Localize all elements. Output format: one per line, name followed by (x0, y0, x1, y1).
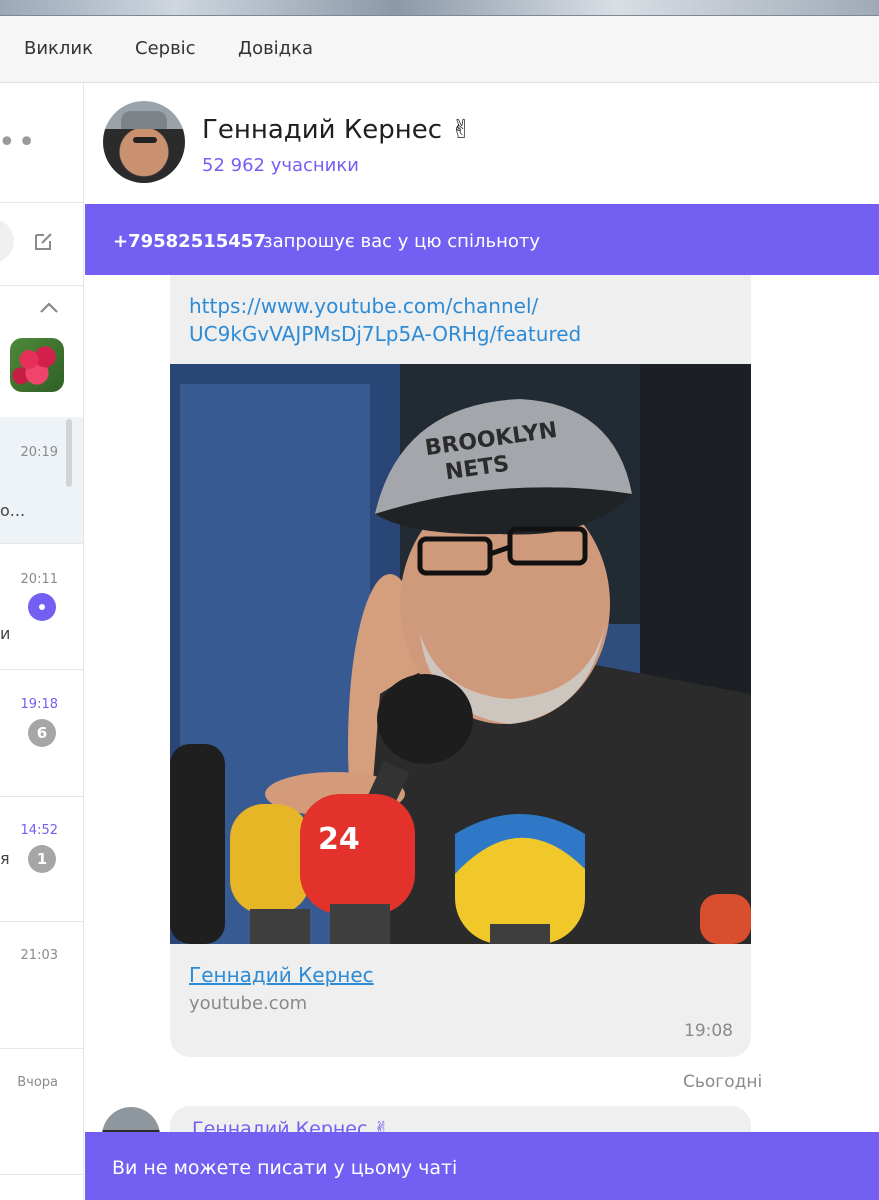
photo-illustration: BROOKLYN NETS 24 (170, 364, 751, 944)
unread-count-badge: 1 (28, 845, 56, 873)
inviter-phone: +79582515457 (113, 231, 266, 252)
scrollbar[interactable] (66, 419, 72, 487)
window-title-strip (0, 0, 879, 16)
invite-banner[interactable]: +79582515457 запрошує вас у цю спільноту (85, 204, 879, 275)
chat-time: 21:03 (20, 948, 58, 963)
chat-list-item[interactable]: 20:11 и (0, 544, 83, 669)
mic-logo-text: 24 (318, 822, 360, 857)
menu-item-call[interactable]: Виклик (24, 38, 93, 59)
chat-time: 14:52 (20, 823, 58, 838)
divider (0, 285, 83, 286)
chat-header: Геннадий Кернес ✌ 52 962 учасники (85, 83, 879, 204)
divider (0, 1174, 83, 1175)
chat-title[interactable]: Геннадий Кернес ✌ (202, 115, 472, 145)
menu-bar: Виклик Сервіс Довідка (0, 16, 879, 83)
chat-list-item[interactable]: 19:18 6 (0, 670, 83, 796)
message-bubble: https://www.youtube.com/channel/ UC9kGvV… (170, 275, 751, 1057)
chat-list-sidebar: •• 20:19 о... 20:11 и 19:18 6 14:52 1 я … (0, 83, 84, 1200)
chat-time: 19:18 (20, 697, 58, 712)
blocked-text: Ви не можете писати у цьому чаті (112, 1157, 458, 1179)
message-link[interactable]: https://www.youtube.com/channel/ (189, 294, 538, 318)
chevron-up-icon[interactable] (38, 301, 60, 315)
chat-time: 20:19 (20, 445, 58, 460)
chat-time: Вчора (17, 1075, 58, 1090)
chat-time: 20:11 (20, 572, 58, 587)
divider (0, 202, 83, 203)
chat-list-item[interactable]: 21:03 (0, 922, 83, 1048)
preview-domain: youtube.com (189, 993, 308, 1014)
chat-avatar[interactable] (103, 101, 185, 183)
menu-item-help[interactable]: Довідка (238, 38, 313, 59)
message-time: 19:08 (684, 1021, 733, 1041)
chat-preview: и (0, 624, 11, 643)
chat-preview: о... (0, 501, 26, 520)
chat-list-item[interactable]: 14:52 1 я (0, 797, 83, 921)
search-input[interactable] (0, 219, 14, 263)
chat-preview: я (0, 849, 10, 868)
compose-icon[interactable] (32, 229, 56, 253)
unread-dot-badge (28, 593, 56, 621)
invite-text: запрошує вас у цю спільноту (263, 231, 540, 252)
cannot-write-banner: Ви не можете писати у цьому чаті (85, 1132, 879, 1200)
menu-item-service[interactable]: Сервіс (135, 38, 196, 59)
unread-count-badge: 6 (28, 719, 56, 747)
member-count[interactable]: 52 962 учасники (202, 155, 359, 176)
message-link-cont[interactable]: UC9kGvVAJPMsDj7Lp5A-ORHg/featured (189, 322, 581, 346)
group-avatar[interactable] (10, 338, 64, 392)
more-icon[interactable]: •• (0, 128, 37, 158)
preview-title[interactable]: Геннадий Кернес (189, 963, 374, 987)
chat-list-item[interactable]: Вчора (0, 1049, 83, 1174)
preview-image[interactable]: BROOKLYN NETS 24 (170, 364, 751, 944)
date-separator: Сьогодні (683, 1072, 763, 1092)
